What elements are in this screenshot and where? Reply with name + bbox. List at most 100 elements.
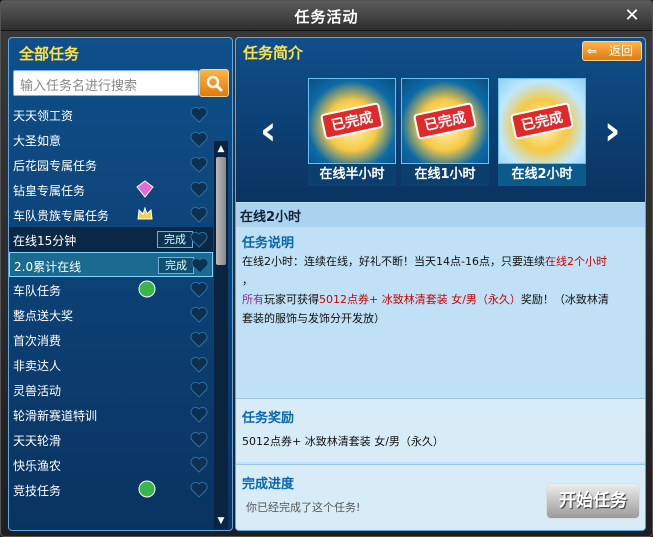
task-item-online-15min[interactable]: 在线15分钟 完成 bbox=[9, 227, 213, 252]
green-badge-icon bbox=[138, 480, 156, 498]
desc-text: 在线2小时：连续在线，好礼不断！当天14点-16点，只要连续 bbox=[242, 255, 545, 268]
back-label: 返回 bbox=[609, 44, 634, 58]
all-tasks-header: 全部任务 bbox=[19, 45, 80, 63]
task-name: 在线2小时 bbox=[236, 203, 645, 227]
task-carousel: 任务简介 ⇐ 返回 ‹ 已完成 在线半小时 已完成 在线1小时 已完成 在线2小… bbox=[236, 38, 645, 202]
task-item-dasheng[interactable]: 大圣如意 bbox=[9, 127, 213, 152]
complete-badge: 完成 bbox=[158, 257, 194, 274]
task-label: 首次消费 bbox=[13, 334, 62, 348]
task-item-hourly-prize[interactable]: 整点送大奖 bbox=[9, 302, 213, 327]
task-summary-header: 任务简介 bbox=[243, 44, 304, 62]
carousel-next-icon[interactable]: › bbox=[604, 108, 620, 154]
back-arrow-icon: ⇐ bbox=[587, 44, 598, 58]
task-label: 非卖达人 bbox=[13, 359, 62, 373]
favorite-heart-icon[interactable] bbox=[190, 206, 208, 223]
scroll-down-icon[interactable]: ▼ bbox=[214, 515, 228, 527]
task-list-scrollbar[interactable]: ▲ ▼ bbox=[214, 141, 228, 529]
favorite-heart-icon[interactable] bbox=[190, 406, 208, 423]
task-item-daily-skate[interactable]: 天天轮滑 bbox=[9, 427, 213, 452]
desc-highlight: 所有 bbox=[242, 293, 264, 306]
task-label: 车队贵族专属任务 bbox=[13, 209, 110, 223]
task-label: 大圣如意 bbox=[13, 134, 62, 148]
search-input[interactable]: 输入任务名进行搜索 bbox=[13, 70, 199, 96]
description-title: 任务说明 bbox=[242, 236, 295, 251]
task-item-garden[interactable]: 后花园专属任务 bbox=[9, 152, 213, 177]
task-description: 在线2小时：连续在线，好礼不断！当天14点-16点，只要连续在线2个小时 ， 所… bbox=[242, 252, 640, 328]
desc-text: ， bbox=[242, 274, 253, 287]
favorite-heart-icon[interactable] bbox=[191, 257, 209, 274]
task-label: 灵兽活动 bbox=[13, 384, 62, 398]
task-item-cumulative-online[interactable]: 2.0累计在线 完成 bbox=[9, 252, 213, 277]
task-label: 天天领工资 bbox=[13, 109, 74, 123]
desc-highlight: 5012点券+ 冰致林清套装 女/男（永久） bbox=[319, 293, 521, 306]
desc-text: 奖励！（冰致林清 bbox=[520, 293, 609, 306]
reward-section: 任务奖励 5012点券+ 冰致林清套装 女/男（永久） bbox=[236, 398, 645, 462]
favorite-heart-icon[interactable] bbox=[190, 181, 208, 198]
search-button[interactable] bbox=[199, 69, 229, 97]
favorite-heart-icon[interactable] bbox=[190, 356, 208, 373]
progress-title: 完成进度 bbox=[242, 477, 295, 492]
crown-badge-icon bbox=[137, 206, 153, 220]
task-label: 整点送大奖 bbox=[13, 309, 74, 323]
reward-card-2-hours[interactable]: 已完成 在线2小时 bbox=[498, 78, 586, 186]
desc-highlight: 在线2个小时 bbox=[544, 255, 607, 268]
search-icon bbox=[206, 75, 224, 93]
favorite-heart-icon[interactable] bbox=[190, 306, 208, 323]
task-list: 天天领工资 大圣如意 后花园专属任务 钻皇专属任务 车队贵族专属任务 在线15分… bbox=[9, 100, 213, 530]
reward-card-half-hour[interactable]: 已完成 在线半小时 bbox=[308, 78, 396, 186]
card-label: 在线半小时 bbox=[308, 164, 396, 186]
favorite-heart-icon[interactable] bbox=[190, 131, 208, 148]
task-label: 快乐渔农 bbox=[13, 459, 62, 473]
task-label: 竞技任务 bbox=[13, 484, 62, 498]
favorite-heart-icon[interactable] bbox=[190, 456, 208, 473]
scroll-up-icon[interactable]: ▲ bbox=[214, 143, 228, 155]
window-title: 任务活动 bbox=[294, 8, 359, 26]
favorite-heart-icon[interactable] bbox=[190, 106, 208, 123]
task-item-not-for-sale[interactable]: 非卖达人 bbox=[9, 352, 213, 377]
desc-text: 套装的服饰与发饰分开发放） bbox=[242, 312, 385, 325]
green-badge-icon bbox=[138, 280, 156, 298]
carousel-prev-icon[interactable]: ‹ bbox=[260, 108, 276, 154]
diamond-badge-icon bbox=[136, 180, 154, 198]
task-item-diamond[interactable]: 钻皇专属任务 bbox=[9, 177, 213, 202]
task-item-happy-farm[interactable]: 快乐渔农 bbox=[9, 452, 213, 477]
task-label: 天天轮滑 bbox=[13, 434, 62, 448]
back-button[interactable]: ⇐ 返回 bbox=[582, 41, 642, 61]
close-button[interactable]: ✕ bbox=[622, 6, 642, 26]
card-label: 在线2小时 bbox=[498, 164, 586, 186]
favorite-heart-icon[interactable] bbox=[190, 381, 208, 398]
favorite-heart-icon[interactable] bbox=[190, 156, 208, 173]
task-item-first-purchase[interactable]: 首次消费 bbox=[9, 327, 213, 352]
task-label: 车队任务 bbox=[13, 284, 62, 298]
favorite-heart-icon[interactable] bbox=[190, 431, 208, 448]
favorite-heart-icon[interactable] bbox=[190, 331, 208, 348]
task-detail-panel: 任务简介 ⇐ 返回 ‹ 已完成 在线半小时 已完成 在线1小时 已完成 在线2小… bbox=[235, 37, 646, 531]
reward-card-1-hour[interactable]: 已完成 在线1小时 bbox=[401, 78, 489, 186]
progress-section: 完成进度 你已经完成了这个任务! 开始任务 bbox=[236, 464, 645, 530]
task-item-daily-salary[interactable]: 天天领工资 bbox=[9, 102, 213, 127]
complete-badge: 完成 bbox=[157, 231, 193, 248]
task-label: 轮滑新赛道特训 bbox=[13, 409, 98, 423]
card-label: 在线1小时 bbox=[401, 164, 489, 186]
task-activity-window: 任务活动 ✕ 全部任务 输入任务名进行搜索 天天领工资 大圣如意 后花园专属任务 bbox=[0, 0, 653, 537]
reward-text: 5012点券+ 冰致林清套装 女/男（永久） bbox=[242, 435, 444, 448]
start-task-button[interactable]: 开始任务 bbox=[546, 483, 640, 519]
favorite-heart-icon[interactable] bbox=[190, 231, 208, 248]
task-item-competition[interactable]: 竞技任务 bbox=[9, 477, 213, 502]
favorite-heart-icon[interactable] bbox=[190, 281, 208, 298]
task-item-team[interactable]: 车队任务 bbox=[9, 277, 213, 302]
task-label: 2.0累计在线 bbox=[14, 260, 82, 274]
task-item-spirit-beast[interactable]: 灵兽活动 bbox=[9, 377, 213, 402]
favorite-heart-icon[interactable] bbox=[190, 481, 208, 498]
task-label: 在线15分钟 bbox=[13, 234, 77, 248]
desc-text: 玩家可获得 bbox=[264, 293, 319, 306]
title-bar: 任务活动 ✕ bbox=[1, 1, 652, 31]
task-label: 后花园专属任务 bbox=[13, 159, 98, 173]
task-item-team-noble[interactable]: 车队贵族专属任务 bbox=[9, 202, 213, 227]
task-label: 钻皇专属任务 bbox=[13, 184, 86, 198]
reward-title: 任务奖励 bbox=[242, 411, 295, 426]
task-item-skate-training[interactable]: 轮滑新赛道特训 bbox=[9, 402, 213, 427]
scroll-thumb[interactable] bbox=[216, 157, 226, 265]
task-list-panel: 全部任务 输入任务名进行搜索 天天领工资 大圣如意 后花园专属任务 钻皇专属任务… bbox=[8, 37, 233, 531]
progress-text: 你已经完成了这个任务! bbox=[246, 501, 361, 514]
